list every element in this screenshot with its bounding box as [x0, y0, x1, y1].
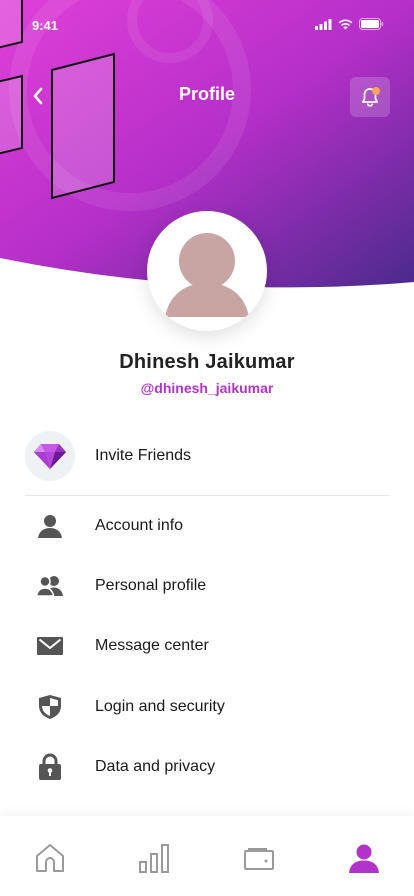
- bottom-tab-bar: [0, 816, 414, 896]
- invite-friends-button[interactable]: Invite Friends: [25, 431, 390, 481]
- menu-item-label: Data and privacy: [95, 758, 216, 775]
- users-icon: [35, 575, 63, 597]
- envelope-icon: [37, 637, 63, 655]
- gem-icon-container: [25, 431, 75, 481]
- menu-item-label: Login and security: [95, 698, 225, 715]
- menu-item-personal-profile[interactable]: Personal profile: [25, 566, 390, 606]
- tab-home[interactable]: [30, 838, 70, 878]
- user-icon: [38, 515, 62, 538]
- tab-stats[interactable]: [134, 838, 174, 878]
- avatar-placeholder-icon: [165, 233, 249, 317]
- menu-item-account-info[interactable]: Account info: [25, 506, 390, 546]
- menu-item-message-center[interactable]: Message center: [25, 626, 390, 666]
- battery-icon: [359, 18, 384, 30]
- user-handle: @dhinesh_jaikumar: [140, 380, 274, 396]
- menu-item-label: Message center: [95, 637, 209, 654]
- shield-icon: [39, 695, 61, 719]
- wallet-icon: [244, 848, 274, 870]
- menu-item-data-privacy[interactable]: Data and privacy: [25, 747, 390, 787]
- status-icons: [315, 18, 384, 30]
- notifications-button[interactable]: [350, 77, 390, 117]
- wifi-icon: [338, 18, 353, 29]
- home-icon: [36, 844, 64, 872]
- notification-badge: [372, 87, 380, 95]
- menu-item-login-security[interactable]: Login and security: [25, 687, 390, 727]
- avatar[interactable]: [147, 211, 267, 331]
- invite-friends-label: Invite Friends: [95, 447, 192, 464]
- menu-item-label: Personal profile: [95, 577, 207, 594]
- menu-item-label: Account info: [95, 517, 184, 534]
- divider: [25, 495, 389, 496]
- profile-icon: [349, 844, 379, 873]
- tab-profile[interactable]: [344, 838, 384, 878]
- signal-icon: [315, 18, 332, 30]
- gem-icon: [34, 444, 66, 469]
- lock-icon: [39, 753, 61, 780]
- status-bar: 9:41: [0, 0, 414, 52]
- user-name: Dhinesh Jaikumar: [119, 351, 295, 373]
- status-time: 9:41: [32, 18, 59, 33]
- bar-chart-icon: [139, 844, 169, 873]
- tab-wallet[interactable]: [239, 838, 279, 878]
